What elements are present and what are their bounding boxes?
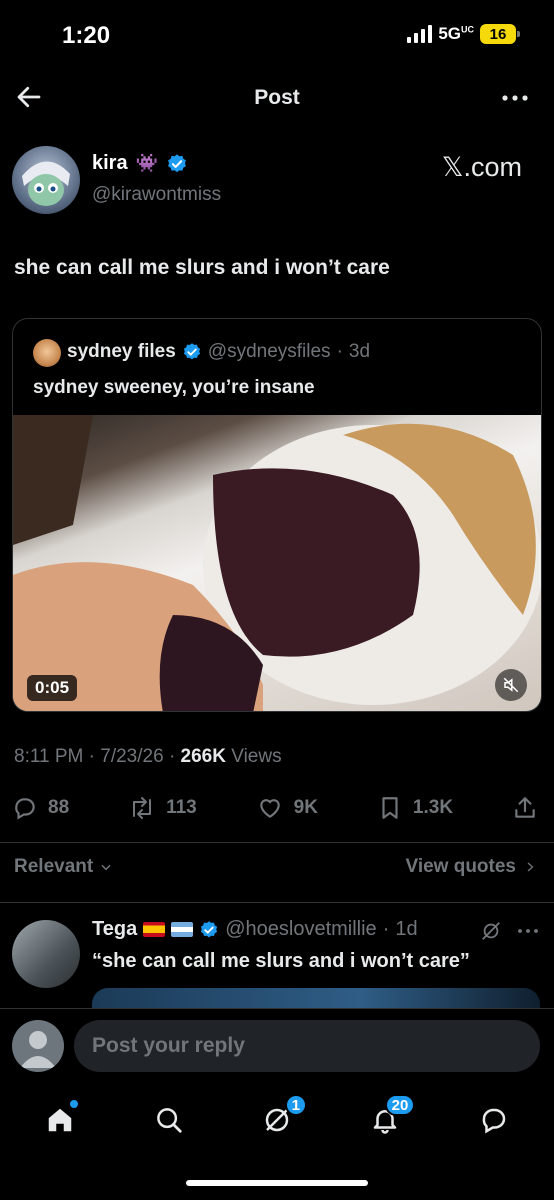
bookmark-button[interactable]: 1.3K — [377, 795, 453, 821]
author-handle[interactable]: @kirawontmiss — [92, 184, 221, 206]
quote-author-name: sydney files — [67, 341, 176, 362]
quoted-post-card[interactable]: sydney files @sydneysfiles · 3d sydney s… — [12, 318, 542, 712]
post-text: she can call me slurs and i won’t care — [14, 256, 390, 279]
reply-button[interactable]: 88 — [12, 795, 69, 821]
views-label: Views — [231, 746, 282, 767]
quote-video[interactable]: 0:05 — [13, 415, 541, 711]
status-time: 1:20 — [62, 22, 111, 49]
x-watermark: 𝕏.com — [441, 152, 522, 182]
separator-dot: · — [336, 341, 343, 362]
bottom-nav: 1 20 — [0, 1090, 554, 1150]
divider — [0, 842, 554, 843]
spain-flag-icon — [143, 922, 166, 937]
author-name[interactable]: kira — [92, 152, 128, 175]
view-quotes-label: View quotes — [405, 856, 516, 877]
quote-author-avatar[interactable] — [33, 339, 61, 367]
reply-time: 1d — [395, 918, 418, 940]
reply-header: Tega @hoeslovetmillie · 1d — [92, 918, 418, 941]
hide-reply-icon[interactable] — [480, 920, 502, 942]
like-button[interactable]: 9K — [256, 795, 318, 821]
sort-dropdown[interactable]: Relevant — [14, 856, 113, 878]
reply-count: 88 — [48, 797, 70, 818]
unread-dot — [70, 1100, 79, 1108]
repost-icon — [133, 797, 152, 819]
separator-dot: · — [168, 746, 181, 767]
nav-home[interactable] — [38, 1098, 82, 1142]
nav-search[interactable] — [147, 1098, 191, 1142]
my-avatar[interactable] — [12, 1020, 64, 1072]
cartoon-avatar-icon — [22, 161, 70, 206]
home-indicator[interactable] — [186, 1180, 368, 1186]
chat-bubble-icon — [482, 1108, 506, 1134]
views-count: 266K — [180, 746, 226, 767]
argentina-flag-icon — [171, 922, 194, 937]
heart-icon — [259, 799, 280, 818]
sort-label: Relevant — [14, 856, 94, 877]
quote-time: 3d — [348, 341, 371, 362]
divider — [0, 1008, 554, 1009]
repost-button[interactable]: 113 — [128, 795, 197, 821]
page-title: Post — [254, 86, 300, 109]
share-button[interactable] — [512, 795, 538, 821]
chevron-right-icon — [527, 862, 534, 872]
verified-badge-icon — [183, 343, 200, 360]
nav-notifications[interactable]: 20 — [363, 1094, 416, 1142]
alien-monster-emoji: 👾 — [135, 153, 159, 173]
view-quotes-link[interactable]: View quotes — [405, 856, 536, 878]
chevron-down-icon — [101, 864, 111, 871]
like-count: 9K — [293, 797, 318, 818]
bookmark-count: 1.3K — [412, 797, 454, 818]
status-indicators: 5GUC 16 — [407, 24, 520, 44]
muted-speaker-icon — [503, 677, 519, 693]
messages-badge: 1 — [284, 1094, 307, 1116]
post-time: 8:11 PM — [14, 746, 84, 767]
reply-icon — [15, 798, 35, 820]
video-mute-button[interactable] — [495, 669, 527, 701]
nav-grok[interactable]: 1 — [255, 1094, 307, 1142]
reply-text: “she can call me slurs and i won’t care” — [92, 950, 470, 972]
reply-author-avatar[interactable] — [12, 920, 80, 988]
reply-input[interactable] — [74, 1020, 540, 1072]
author-avatar[interactable] — [12, 146, 80, 214]
signal-icon — [407, 25, 433, 43]
reply-more-icon[interactable] — [516, 920, 540, 942]
search-icon — [156, 1108, 182, 1133]
quote-author-handle: @sydneysfiles — [207, 341, 331, 362]
divider — [0, 902, 554, 903]
share-icon — [515, 797, 535, 818]
reply-author-name[interactable]: Tega — [92, 918, 137, 941]
author-name-row: kira 👾 — [92, 152, 188, 175]
engagement-bar: 88 113 9K 1.3K — [12, 790, 538, 826]
network-label: 5GUC — [438, 24, 474, 43]
verified-badge-icon — [168, 153, 186, 172]
repost-count: 113 — [166, 797, 197, 818]
home-icon — [48, 1108, 72, 1132]
separator-dot: · — [382, 918, 390, 940]
notifications-badge: 20 — [384, 1094, 416, 1116]
post-meta: 8:11 PM · 7/23/26 · 266K Views — [14, 746, 282, 768]
more-options-icon[interactable] — [500, 86, 530, 110]
video-thumbnail — [13, 415, 541, 711]
separator-dot: · — [88, 746, 101, 767]
quote-text: sydney sweeney, you’re insane — [33, 377, 315, 398]
post-date: 7/23/26 — [100, 746, 164, 767]
video-duration: 0:05 — [27, 675, 78, 701]
battery-indicator: 16 — [480, 24, 520, 44]
reply-author-handle: @hoeslovetmillie — [225, 918, 377, 940]
default-user-icon — [20, 1031, 56, 1068]
nav-messages[interactable] — [472, 1098, 516, 1142]
bookmark-icon — [382, 797, 398, 819]
quote-header: sydney files @sydneysfiles · 3d — [67, 341, 370, 363]
verified-badge-icon — [201, 920, 218, 937]
